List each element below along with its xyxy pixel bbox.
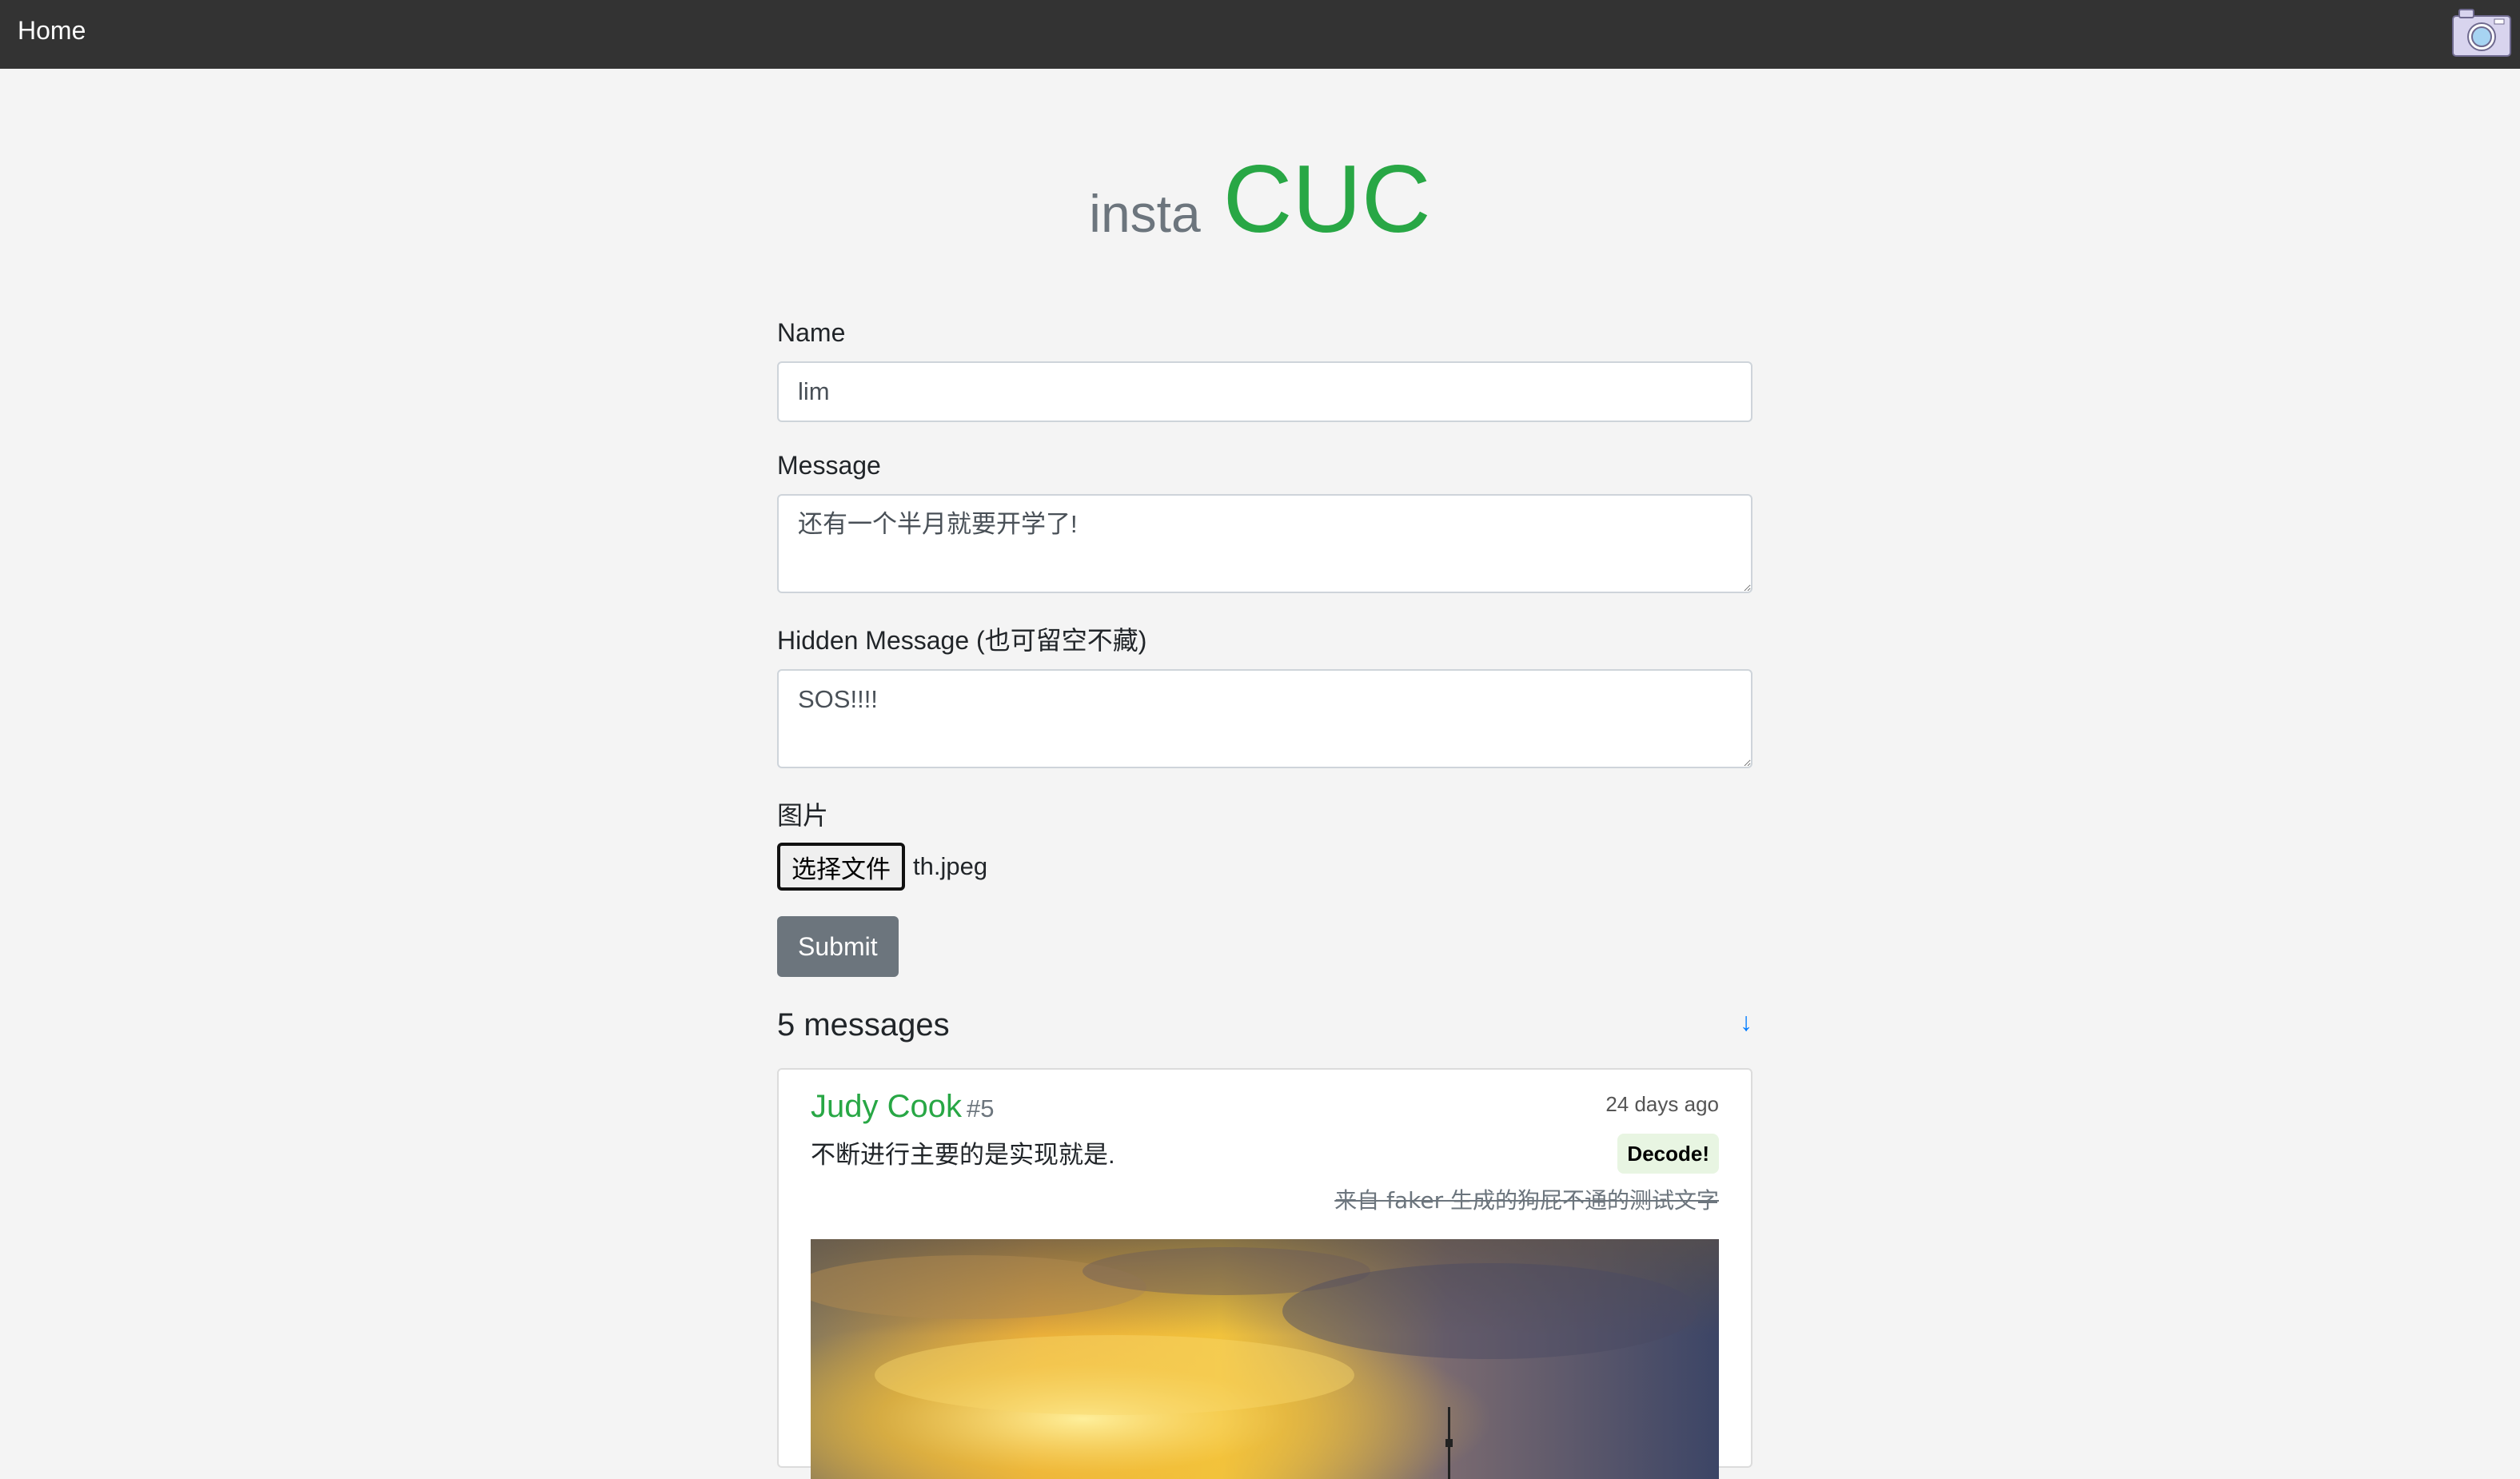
message-id: #5 — [966, 1094, 995, 1122]
message-textarea[interactable]: 还有一个半月就要开学了! — [777, 494, 1752, 593]
hidden-message-textarea[interactable]: SOS!!!! — [777, 669, 1752, 768]
message-time: 24 days ago — [1605, 1092, 1719, 1116]
image-group: 图片 选择文件 th.jpeg — [777, 799, 1752, 891]
message-footer: 来自 faker 生成的狗屁不通的测试文字 — [1334, 1187, 1719, 1214]
image-label: 图片 — [777, 801, 829, 830]
messages-header: 5 messages ↓ — [777, 1007, 1752, 1052]
selected-file-name: th.jpeg — [913, 852, 988, 880]
name-group: Name — [777, 317, 1752, 422]
name-label: Name — [777, 318, 846, 347]
camera-icon[interactable] — [2451, 6, 2512, 58]
message-label: Message — [777, 451, 881, 480]
card-header: Judy Cook #5 — [811, 1089, 1719, 1125]
choose-file-button[interactable]: 选择文件 — [777, 843, 905, 891]
message-image[interactable] — [811, 1239, 1719, 1479]
message-author: Judy Cook — [811, 1089, 962, 1124]
top-navbar: Home — [0, 0, 2520, 69]
decode-button[interactable]: Decode! — [1617, 1134, 1719, 1174]
nav-home-link[interactable]: Home — [18, 14, 86, 46]
scroll-down-arrow-icon[interactable]: ↓ — [1740, 1007, 1752, 1037]
messages-count: 5 messages — [777, 1007, 950, 1042]
page-title: insta CUC — [0, 144, 2520, 254]
brand-name: CUC — [1222, 146, 1431, 253]
hidden-message-label: Hidden Message (也可留空不藏) — [777, 626, 1147, 655]
message-body: 不断进行主要的是实现就是. — [811, 1141, 1115, 1169]
submit-button[interactable]: Submit — [777, 916, 899, 977]
name-input[interactable] — [777, 361, 1752, 422]
message-group: Message 还有一个半月就要开学了! — [777, 449, 1752, 597]
message-card: Judy Cook #5 24 days ago 不断进行主要的是实现就是. De… — [777, 1068, 1752, 1479]
file-picker: 选择文件 th.jpeg — [777, 843, 1752, 891]
hidden-message-group: Hidden Message (也可留空不藏) SOS!!!! — [777, 624, 1752, 772]
main-container: Name Message 还有一个半月就要开学了! Hidden Message… — [777, 317, 1752, 1479]
brand-prefix: insta — [1089, 184, 1201, 243]
